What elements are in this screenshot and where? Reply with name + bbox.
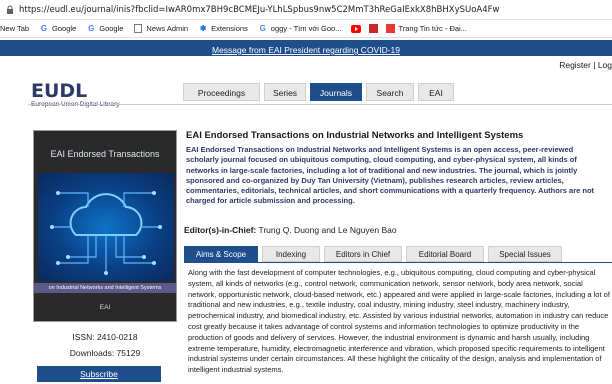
- nav-tab-journals[interactable]: Journals: [310, 83, 362, 101]
- aims-scope-text: Along with the fast development of compu…: [188, 268, 610, 375]
- journal-title: EAI Endorsed Transactions on Industrial …: [186, 130, 524, 141]
- google-icon: G: [40, 24, 48, 33]
- cover-title: EAI Endorsed Transactions: [50, 149, 160, 159]
- tab-aims-scope[interactable]: Aims & Scope: [184, 246, 258, 262]
- bookmark-label: Google: [52, 24, 77, 33]
- downloads-count: Downloads: 75129: [69, 348, 141, 358]
- eic-label: Editor(s)-in-Chief:: [184, 225, 257, 235]
- content-tabs: Aims & Scope Indexing Editors in Chief E…: [184, 246, 566, 262]
- eic-names: Trung Q. Duong and Le Nguyen Bao: [258, 225, 397, 235]
- bookmark-google[interactable]: G Google: [39, 24, 76, 34]
- nav-tab-eai[interactable]: EAI: [418, 83, 454, 101]
- page-icon: [368, 24, 378, 34]
- nav-tab-series[interactable]: Series: [264, 83, 306, 101]
- tab-editors-in-chief[interactable]: Editors in Chief: [324, 246, 402, 262]
- issn: ISSN: 2410-0218: [72, 332, 138, 342]
- nav-tab-proceedings[interactable]: Proceedings: [183, 83, 260, 101]
- bookmark-youtube[interactable]: [351, 24, 364, 34]
- puzzle-icon: ✱: [199, 24, 207, 33]
- covid-message-link[interactable]: Message from EAI President regarding COV…: [212, 45, 400, 55]
- cover-eai-logo: EAI: [99, 304, 111, 311]
- cover-subtitle: on Industrial Networks and Intelligent S…: [34, 283, 176, 293]
- bookmark-oggy[interactable]: Goggy - Tìm với Goo...: [258, 24, 342, 34]
- main-nav: Proceedings Series Journals Search EAI: [183, 83, 458, 101]
- journal-description: EAI Endorsed Transactions on Industrial …: [186, 145, 595, 206]
- tab-special-issues[interactable]: Special Issues: [488, 246, 562, 262]
- bookmark-extensions[interactable]: ✱ Extensions: [198, 24, 248, 34]
- bookmark-news-admin[interactable]: News Admin: [133, 24, 188, 34]
- cover-cloud-circuit-graphic: [38, 173, 174, 281]
- nav-tab-search[interactable]: Search: [366, 83, 414, 101]
- register-link[interactable]: Register: [559, 60, 591, 70]
- bookmark-label: Trang Tin tức - Đại...: [398, 24, 467, 33]
- google-icon: G: [259, 24, 266, 33]
- subscribe-button[interactable]: Subscribe: [37, 366, 161, 382]
- bookmark-google-2[interactable]: G Google: [86, 24, 123, 34]
- bookmark-label: New Tab: [0, 24, 30, 33]
- address-bar[interactable]: https://eudl.eu/journal/inis?fbclid=IwAR…: [0, 0, 612, 20]
- auth-links: Register | Log: [559, 60, 612, 70]
- bookmark-label: News Admin: [146, 24, 189, 33]
- login-link[interactable]: Log: [598, 60, 612, 70]
- url-text[interactable]: https://eudl.eu/journal/inis?fbclid=IwAR…: [19, 5, 499, 15]
- youtube-icon: [351, 24, 362, 34]
- bookmark-page[interactable]: [368, 24, 381, 34]
- page-icon: [385, 24, 395, 34]
- journal-cover-image: EAI Endorsed Transactions on Industrial …: [33, 130, 177, 322]
- announcement-banner: Message from EAI President regarding COV…: [0, 40, 612, 56]
- tab-indexing[interactable]: Indexing: [262, 246, 320, 262]
- bookmark-label: Google: [99, 24, 124, 33]
- logo-wordmark: EUDL: [31, 80, 88, 102]
- bookmark-new-tab[interactable]: New Tab: [0, 24, 29, 33]
- page-icon: [133, 24, 143, 34]
- bookmarks-bar: New Tab G Google G Google News Admin ✱ Exte…: [0, 20, 612, 38]
- tabs-divider: [184, 262, 612, 263]
- bookmark-label: oggy - Tìm với Goo...: [270, 24, 342, 33]
- bookmark-trang-tin-tuc[interactable]: Trang Tin tức - Đại...: [385, 24, 467, 34]
- editors-in-chief: Editor(s)-in-Chief: Trung Q. Duong and L…: [184, 225, 397, 235]
- tab-editorial-board[interactable]: Editorial Board: [406, 246, 484, 262]
- google-icon: G: [88, 24, 95, 33]
- lock-icon: [4, 4, 16, 16]
- bookmark-label: Extensions: [211, 24, 248, 33]
- header-divider: [28, 104, 612, 105]
